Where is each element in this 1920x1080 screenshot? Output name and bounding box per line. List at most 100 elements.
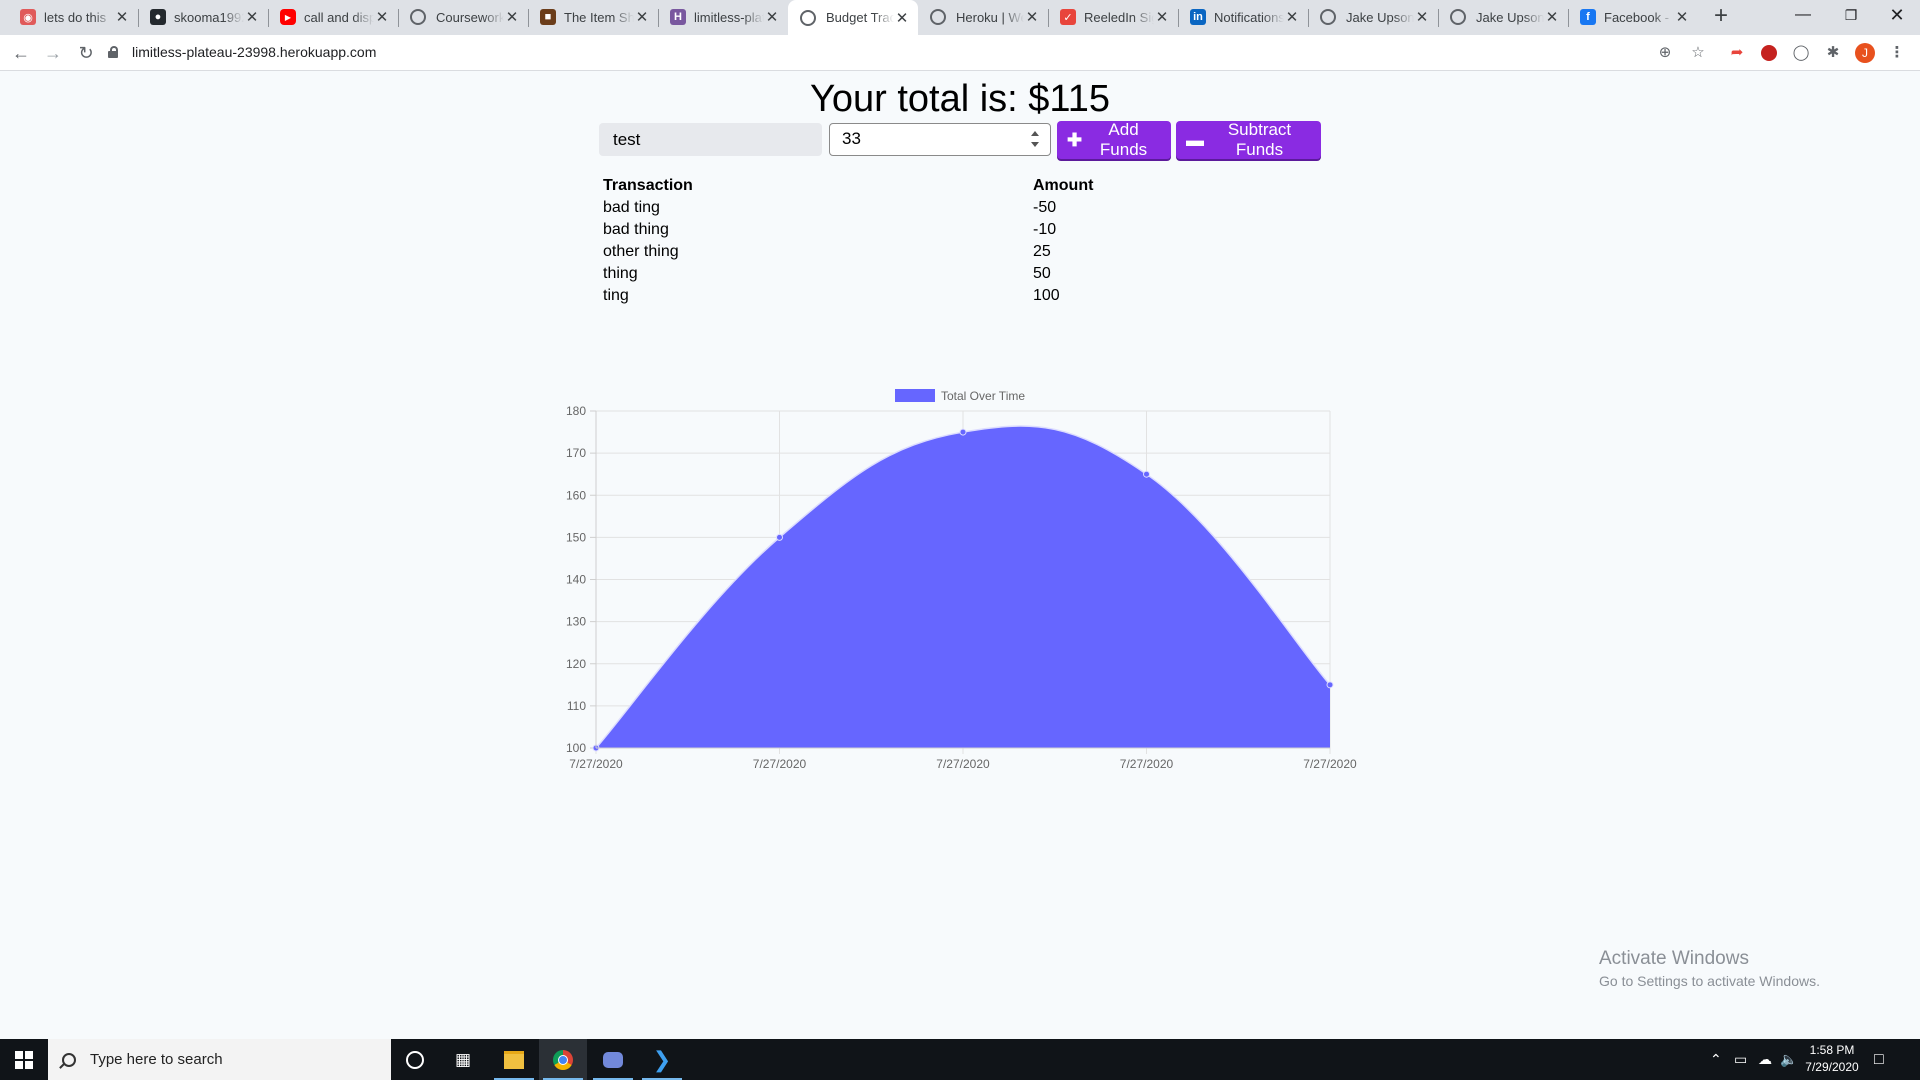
file-explorer-icon[interactable] xyxy=(490,1039,538,1080)
windows-logo-icon xyxy=(15,1050,33,1069)
browser-tab[interactable]: ■ The Item Shop✕ xyxy=(528,0,658,34)
transaction-amount-cell: -10 xyxy=(1033,221,1057,238)
close-tab-icon[interactable]: ✕ xyxy=(1674,8,1690,26)
subtract-funds-label: Subtract Funds xyxy=(1227,120,1292,159)
tray-overflow-icon[interactable]: ⌃ xyxy=(1710,1039,1722,1080)
transaction-amount-cell: 25 xyxy=(1033,243,1051,260)
bookmark-star-icon[interactable]: ☆ xyxy=(1687,42,1709,64)
transaction-amount-field[interactable] xyxy=(829,123,1051,156)
globe-icon xyxy=(800,9,816,26)
number-spinner[interactable] xyxy=(1030,131,1040,147)
adblock-extension-icon[interactable] xyxy=(1758,42,1780,64)
address-bar[interactable]: limitless-plateau-23998.herokuapp.com xyxy=(108,38,1698,66)
install-app-icon[interactable]: ⊕ xyxy=(1654,42,1676,64)
plus-icon: ✚ xyxy=(1067,129,1083,150)
network-icon[interactable]: ▭ xyxy=(1734,1039,1747,1080)
tab-separator xyxy=(658,9,659,27)
close-tab-icon[interactable]: ✕ xyxy=(504,8,520,26)
profile-avatar[interactable]: J xyxy=(1854,42,1876,64)
data-point xyxy=(1143,470,1150,478)
browser-tab[interactable]: Budget Tracker✕ xyxy=(788,0,918,35)
restore-button[interactable]: ❐ xyxy=(1828,0,1874,32)
spin-down-icon[interactable] xyxy=(1031,142,1039,147)
new-tab-button[interactable]: + xyxy=(1708,4,1734,30)
linkedin-icon: in xyxy=(1190,9,1206,25)
browser-tab[interactable]: Heroku | Welcome✕ xyxy=(918,0,1048,34)
cursor-red-icon: ◉ xyxy=(20,9,36,25)
cortana-icon[interactable] xyxy=(391,1039,439,1080)
clock-date: 7/29/2020 xyxy=(1805,1060,1859,1074)
item-shop-icon: ■ xyxy=(540,9,556,25)
add-funds-label: Add Funds xyxy=(1099,120,1148,159)
browser-tab[interactable]: ◉ lets do this ✕ xyxy=(8,0,138,34)
volume-icon[interactable]: 🔈 xyxy=(1780,1039,1797,1080)
vscode-icon[interactable]: ❯ xyxy=(638,1039,686,1080)
github-icon: ● xyxy=(150,9,166,25)
close-tab-icon[interactable]: ✕ xyxy=(1024,8,1040,26)
close-tab-icon[interactable]: ✕ xyxy=(374,8,390,26)
browser-tab[interactable]: Hlimitless-plateau✕ xyxy=(658,0,788,34)
transaction-amount-cell: 50 xyxy=(1033,265,1051,282)
close-tab-icon[interactable]: ✕ xyxy=(634,8,650,26)
transaction-name-cell: other thing xyxy=(603,243,679,260)
taskbar-search-box[interactable]: Type here to search xyxy=(48,1039,391,1080)
total-heading: Your total is: $115 xyxy=(810,78,1110,120)
add-funds-button[interactable]: ✚ Add Funds xyxy=(1057,120,1171,159)
close-tab-icon[interactable]: ✕ xyxy=(244,8,260,26)
table-row: bad ting -50 xyxy=(600,197,1160,219)
clock-time: 1:58 PM xyxy=(1809,1043,1855,1057)
extension-circle-icon[interactable]: ◯ xyxy=(1790,42,1812,64)
table-row: other thing 25 xyxy=(600,241,1160,263)
legend-swatch xyxy=(895,389,935,402)
close-tab-icon[interactable]: ✕ xyxy=(1414,8,1430,26)
chrome-taskbar-icon[interactable] xyxy=(539,1039,587,1080)
amount-column-header: Amount xyxy=(1033,177,1094,194)
spin-up-icon[interactable] xyxy=(1031,131,1039,136)
browser-toolbar: ← → ↻ limitless-plateau-23998.herokuapp.… xyxy=(0,35,1920,71)
reload-icon[interactable]: ↻ xyxy=(72,39,100,67)
start-button[interactable] xyxy=(0,1039,48,1080)
task-view-icon[interactable]: ▦ xyxy=(439,1039,487,1080)
url-text: limitless-plateau-23998.herokuapp.com xyxy=(132,44,377,60)
tab-title: Coursework xyxy=(436,9,504,25)
extensions-puzzle-icon[interactable]: ✱ xyxy=(1822,42,1844,64)
table-header-row: Transaction Amount xyxy=(600,175,1160,197)
transaction-amount-input[interactable] xyxy=(830,124,1034,154)
close-tab-icon[interactable]: ✕ xyxy=(894,9,910,27)
back-icon[interactable]: ← xyxy=(7,39,35,67)
close-window-button[interactable]: ✕ xyxy=(1874,0,1920,32)
close-tab-icon[interactable]: ✕ xyxy=(114,8,130,26)
browser-tab[interactable]: ✓ ReeledIn Sign✕ xyxy=(1048,0,1178,34)
minimize-button[interactable]: — xyxy=(1780,0,1826,32)
y-tick-label: 180 xyxy=(566,404,586,418)
browser-tab[interactable]: Coursework ✕ xyxy=(398,0,528,34)
notifications-icon[interactable]: □ xyxy=(1874,1039,1884,1080)
browser-tab[interactable]: ● skooma1992 ✕ xyxy=(138,0,268,34)
tab-separator xyxy=(1048,9,1049,27)
taskbar-clock[interactable]: 1:58 PM 7/29/2020 xyxy=(1800,1042,1864,1076)
browser-tab[interactable]: ▶ call and display✕ xyxy=(268,0,398,34)
browser-tab[interactable]: Jake Upson ✕ xyxy=(1438,0,1568,34)
close-tab-icon[interactable]: ✕ xyxy=(764,8,780,26)
globe-icon xyxy=(1320,9,1336,25)
discord-icon[interactable] xyxy=(589,1039,637,1080)
subtract-funds-button[interactable]: ▬ Subtract Funds xyxy=(1176,120,1321,159)
browser-tab[interactable]: in Notifications ✕ xyxy=(1178,0,1308,34)
browser-tab[interactable]: Jake Upson ✕ xyxy=(1308,0,1438,34)
close-tab-icon[interactable]: ✕ xyxy=(1284,8,1300,26)
extension-arrow-icon[interactable]: ➦ xyxy=(1726,42,1748,64)
tab-title: call and display xyxy=(304,9,374,25)
chrome-menu-icon[interactable]: ⋮ xyxy=(1886,42,1908,64)
close-tab-icon[interactable]: ✕ xyxy=(1154,8,1170,26)
data-point xyxy=(959,428,967,436)
browser-tab[interactable]: f Facebook - Log✕ xyxy=(1568,0,1698,34)
tab-title: lets do this xyxy=(44,9,107,25)
forward-icon[interactable]: → xyxy=(39,39,67,67)
transaction-name-input[interactable] xyxy=(599,123,822,156)
transaction-name-cell: bad thing xyxy=(603,221,669,238)
close-tab-icon[interactable]: ✕ xyxy=(1544,8,1560,26)
globe-icon xyxy=(930,9,946,25)
onedrive-icon[interactable]: ☁ xyxy=(1758,1039,1772,1080)
tab-separator xyxy=(1178,9,1179,27)
y-tick-label: 130 xyxy=(566,615,586,629)
